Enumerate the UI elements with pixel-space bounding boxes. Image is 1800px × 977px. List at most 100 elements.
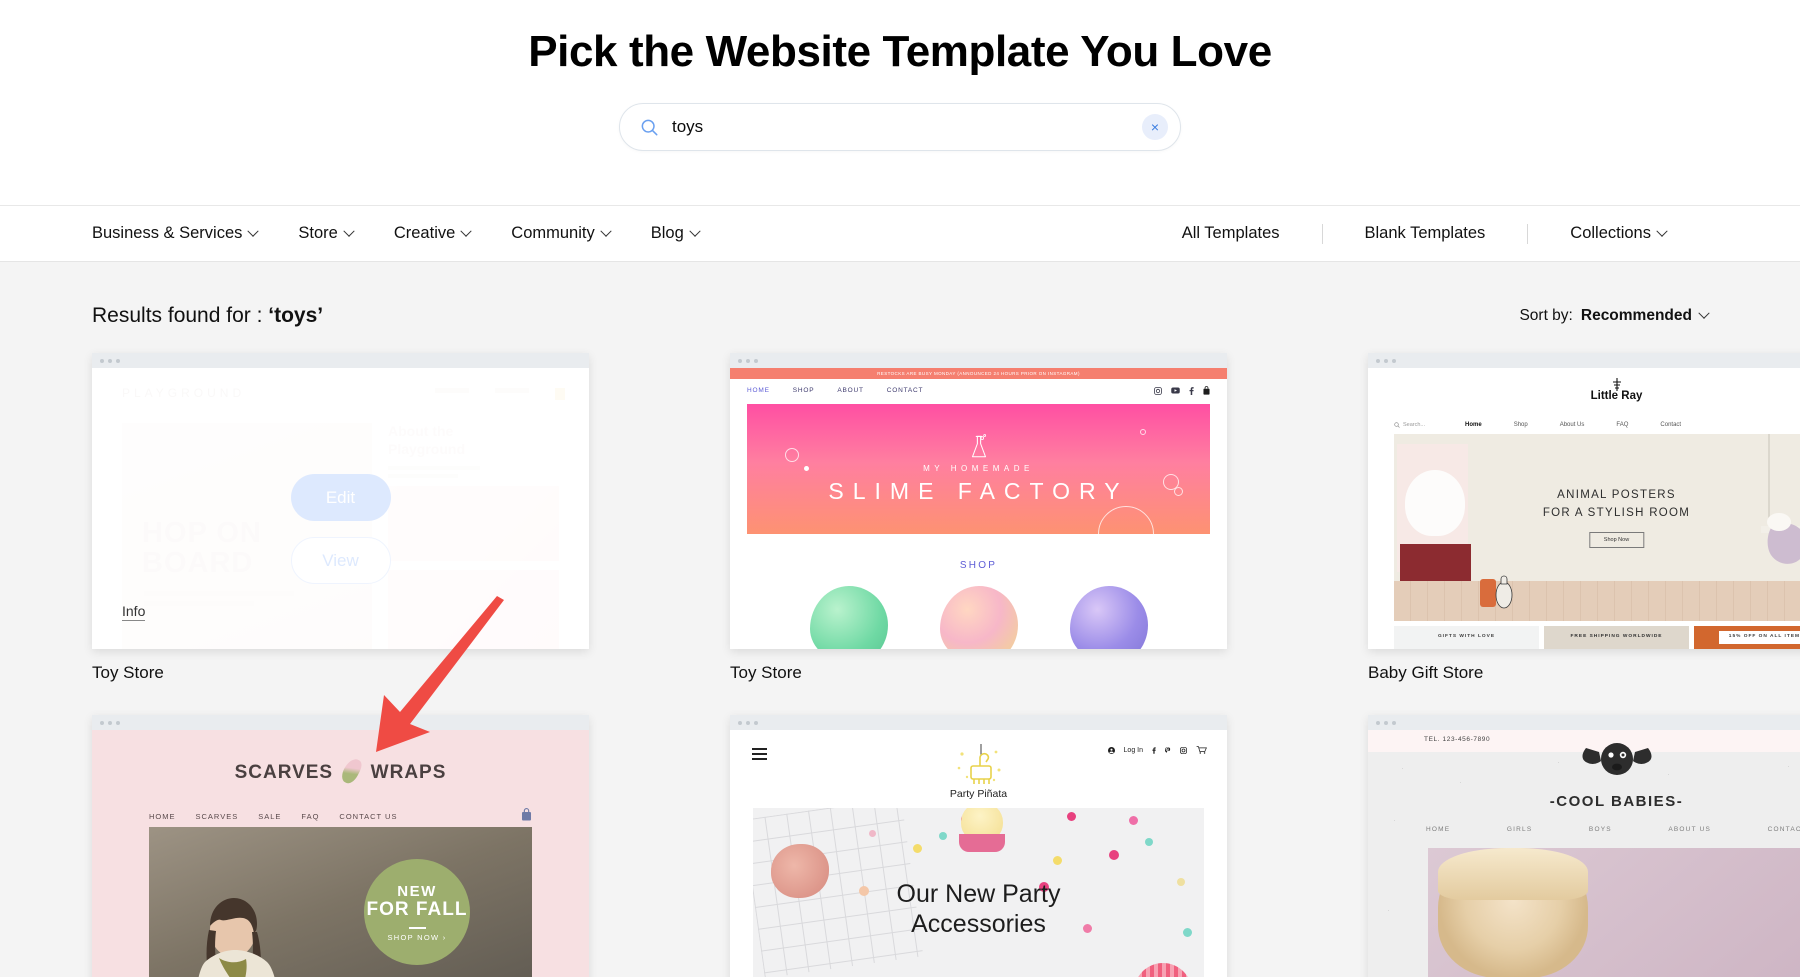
template-thumbnail[interactable]: SCARVES WRAPS HOME SCARVES SALE FAQ CONT…	[92, 715, 589, 977]
hero-line-2: FOR A STYLISH ROOM	[1542, 506, 1691, 519]
confetti-dot	[1145, 838, 1153, 846]
confetti-dot	[859, 886, 869, 896]
nav-item-blog[interactable]: Blog	[650, 224, 701, 243]
chrome-dot-icon	[746, 720, 750, 725]
mini-site-hero: MY HOMEMADE SLIME FACTORY	[747, 404, 1210, 534]
mini-site-logo: -COOL BABIES-	[1549, 793, 1684, 810]
speckle	[1402, 768, 1404, 770]
login-label: Log In	[1123, 746, 1143, 754]
flower-decoration	[771, 844, 829, 898]
chrome-dot-icon	[116, 358, 120, 363]
template-card-toy-store-playground[interactable]: PLAYGROUND HOP ON BOARD	[92, 353, 589, 683]
sort-by-label: Sort by:	[1519, 307, 1573, 324]
mini-site-cool-babies: TEL. 123-456-7890 -COOL BABIES- HOME GIR…	[1368, 730, 1800, 977]
template-grid: PLAYGROUND HOP ON BOARD	[92, 353, 1800, 977]
browser-chrome-bar	[92, 353, 589, 368]
product-slime-pink	[939, 586, 1018, 649]
phone-number: TEL. 123-456-7890	[1424, 736, 1491, 743]
nav-label: Blog	[650, 224, 684, 242]
nav-link-contact: CONTACT	[1767, 826, 1800, 833]
chrome-dot-icon	[1376, 720, 1380, 725]
template-title: Toy Store	[730, 663, 802, 682]
page-header: Pick the Website Template You Love ×	[0, 0, 1800, 205]
browser-chrome-bar	[92, 715, 589, 730]
mini-site-hero-image: FREE SHIPPING	[1428, 848, 1800, 977]
chrome-dot-icon	[100, 720, 104, 725]
sort-by-dropdown[interactable]: Sort by: Recommended	[1519, 307, 1710, 325]
wood-floor	[1394, 581, 1800, 621]
cupcake-base	[959, 834, 1005, 852]
product-slime-green	[809, 586, 888, 649]
template-thumbnail[interactable]: RESTOCKS ARE BUSY MONDAY (ANNOUNCED 24 H…	[730, 353, 1227, 649]
nav-label: Community	[511, 224, 595, 242]
mini-site-party-pinata: Party Piñata Log In Our New Party Access…	[730, 730, 1227, 977]
promo-text: GIFTS WITH LOVE	[1437, 634, 1496, 640]
confetti-dot	[1109, 850, 1119, 860]
search-input[interactable]	[672, 117, 1142, 137]
chevron-down-icon	[460, 225, 472, 237]
template-title: Toy Store	[92, 663, 164, 682]
nav-item-store[interactable]: Store	[298, 224, 355, 243]
product-slime-purple	[1069, 586, 1148, 649]
nav-link-shop: Shop	[1513, 421, 1528, 428]
browser-chrome-bar	[1368, 715, 1800, 730]
nav-item-business-services[interactable]: Business & Services	[92, 224, 260, 243]
template-thumbnail[interactable]: TEL. 123-456-7890 -COOL BABIES- HOME GIR…	[1368, 715, 1800, 977]
promo-row: GIFTS WITH LOVE FREE SHIPPING WORLDWIDE …	[1394, 626, 1800, 649]
nav-link-home: HOME	[149, 811, 176, 821]
template-hover-overlay	[92, 383, 589, 649]
chevron-down-icon	[343, 225, 355, 237]
search-box[interactable]: ×	[619, 103, 1181, 151]
nav-item-blank-templates[interactable]: Blank Templates	[1323, 224, 1528, 243]
nav-link-home: HOME	[1426, 826, 1451, 833]
chrome-dot-icon	[754, 720, 758, 725]
nav-label: Creative	[393, 224, 456, 242]
info-link[interactable]: Info	[122, 603, 146, 621]
browser-chrome-bar	[730, 715, 1227, 730]
clear-search-icon[interactable]: ×	[1142, 114, 1168, 140]
poster-artwork	[1397, 444, 1471, 582]
badge-divider	[408, 926, 426, 929]
promo-text: FREE SHIPPING WORLDWIDE	[1570, 634, 1663, 640]
nav-link-girls: GIRLS	[1506, 826, 1533, 833]
template-title: Baby Gift Store	[1368, 663, 1484, 682]
nav-link-home: Home	[1465, 421, 1482, 428]
template-card-party-pinata[interactable]: Party Piñata Log In Our New Party Access…	[730, 715, 1227, 977]
template-preview: TEL. 123-456-7890 -COOL BABIES- HOME GIR…	[1368, 730, 1800, 977]
promo-free-shipping: FREE SHIPPING WORLDWIDE	[1544, 626, 1689, 649]
facebook-icon	[1152, 746, 1156, 754]
feather-icon	[339, 756, 365, 786]
baby-hair	[1438, 848, 1588, 900]
nav-item-creative[interactable]: Creative	[393, 224, 472, 243]
badge-line-1: NEW	[397, 882, 437, 900]
poster-lower-band	[1400, 544, 1471, 582]
nav-link-shop: SHOP	[792, 387, 815, 394]
swing-illustration	[1753, 434, 1800, 584]
template-thumbnail[interactable]: Party Piñata Log In Our New Party Access…	[730, 715, 1227, 977]
zebra-toy-illustration	[1480, 575, 1513, 609]
chevron-down-icon	[247, 225, 260, 237]
template-card-cool-babies[interactable]: TEL. 123-456-7890 -COOL BABIES- HOME GIR…	[1368, 715, 1800, 977]
hero-heading: ANIMAL POSTERS FOR A STYLISH ROOM	[1543, 487, 1690, 523]
nav-item-all-templates[interactable]: All Templates	[1140, 224, 1322, 243]
pinterest-icon	[1165, 746, 1171, 753]
new-for-fall-badge: NEW FOR FALL SHOP NOW ›	[364, 859, 470, 965]
template-card-toy-store-slime[interactable]: RESTOCKS ARE BUSY MONDAY (ANNOUNCED 24 H…	[730, 353, 1227, 683]
cart-icon	[521, 808, 532, 824]
nav-item-collections[interactable]: Collections	[1528, 224, 1708, 243]
navbar-right-group: All Templates Blank Templates Collection…	[1140, 223, 1708, 244]
search-icon	[640, 118, 659, 137]
promo-15-percent-off: 15% OFF ON ALL ITEMS	[1694, 626, 1800, 649]
cart-icon	[1196, 746, 1207, 754]
nav-item-community[interactable]: Community	[511, 224, 612, 243]
template-thumbnail[interactable]: Little Ray Search... Home Shop About Us …	[1368, 353, 1800, 649]
template-card-baby-gift-store[interactable]: Little Ray Search... Home Shop About Us …	[1368, 353, 1800, 683]
chevron-down-icon	[600, 225, 612, 237]
search-area: ×	[0, 103, 1800, 151]
template-card-scarves-wraps[interactable]: SCARVES WRAPS HOME SCARVES SALE FAQ CONT…	[92, 715, 589, 977]
template-thumbnail[interactable]: PLAYGROUND HOP ON BOARD	[92, 353, 589, 649]
bubble-decoration	[804, 466, 809, 471]
category-navbar: Business & Services Store Creative Commu…	[0, 205, 1800, 262]
hero-tagline: MY HOMEMADE	[923, 463, 1034, 473]
chrome-dot-icon	[746, 358, 750, 363]
